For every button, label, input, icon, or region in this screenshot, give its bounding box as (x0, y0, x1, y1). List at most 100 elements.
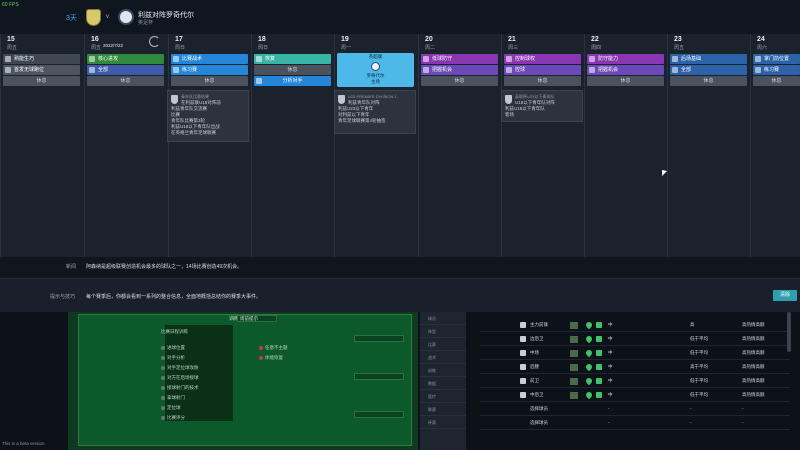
training-session-slot[interactable]: 休息 (87, 76, 164, 86)
side-category[interactable]: 医疗 (420, 390, 466, 403)
training-option[interactable]: 接球射门的技术 (161, 385, 199, 391)
fixture-info-card[interactable]: 青年队比赛结果 在利兹联U18对阵前 利兹青年队交流赛 比赛 青年队比赛第3轮 利兹U18… (167, 90, 249, 142)
table-row[interactable]: 选择球员 - - - (480, 416, 790, 430)
value-text: 高热情高额 (742, 350, 765, 355)
training-session-slot[interactable]: 休息 (753, 76, 800, 86)
option-label: 体能恢复 (265, 355, 283, 360)
day-name: 周日 (175, 45, 186, 51)
session-type-icon (173, 56, 179, 62)
calendar-day[interactable]: 17 周日 比赛战术 练习赛 休息 (168, 34, 250, 257)
clear-button[interactable]: 清除 (773, 290, 797, 301)
news-text[interactable]: 阿森纳是超级联赛创造机会最多的球队之一，14场比赛创造49次机会。 (86, 263, 242, 270)
focus-option[interactable]: 体能恢复 (259, 355, 283, 361)
rating-badge (570, 336, 578, 343)
level-text: 低于平均 (690, 350, 708, 355)
match-day-card[interactable]: 英超联 罗奇代尔 主场 (337, 53, 414, 87)
calendar-day[interactable]: 19 周一 英超联 罗奇代尔 主场 (334, 34, 416, 257)
session-label: 休息 (620, 78, 631, 84)
side-category[interactable]: 联赛 (420, 403, 466, 416)
session-dropdown-3[interactable] (354, 411, 404, 418)
training-session-slot[interactable]: 低球防守 (421, 54, 498, 64)
option-dot-icon (161, 365, 165, 370)
table-row[interactable]: 中场 中 低于平均 高热情高额 (480, 346, 790, 360)
side-category[interactable]: 战术 (420, 351, 466, 364)
side-category[interactable]: 杯赛 (420, 416, 466, 429)
morale-heart-icon (584, 348, 594, 358)
calendar-day[interactable]: 24 周六 掌门前位置 练习赛 休息 (750, 34, 800, 257)
session-label: 休息 (204, 78, 215, 84)
side-category[interactable]: 球员 (420, 312, 466, 325)
table-row[interactable]: 中后卫 中 低于平均 高热情高额 (480, 388, 790, 402)
training-session-slot[interactable]: 全部 (670, 65, 747, 75)
fps-counter: 60 FPS (2, 2, 19, 8)
table-row[interactable]: 主力前锋 中 高 高热情高额 (480, 318, 790, 332)
table-row[interactable]: 后腰 中 高于平均 高热情高额 (480, 360, 790, 374)
calendar-day[interactable]: 18 周日 恢复 休息 分析对手 (251, 34, 333, 257)
value-text: - (742, 420, 744, 425)
side-category[interactable]: 训练 (420, 364, 466, 377)
home-crest-icon[interactable] (86, 9, 101, 26)
table-row[interactable]: 前卫 中 低于平均 高热情高额 (480, 374, 790, 388)
training-session-slot[interactable]: 休息 (171, 76, 248, 86)
training-session-slot[interactable]: 休息 (504, 76, 581, 86)
training-session-slot[interactable]: 首发无球跑位 (3, 65, 80, 75)
session-label: 分析对手 (282, 78, 303, 84)
fixture-info-card[interactable]: 英联杯U23以下青年队 U18以下青年队对阵 利兹U18以下青年队 客场 (501, 90, 583, 122)
training-session-slot[interactable]: 控制球权 (504, 54, 581, 64)
table-row[interactable]: 选择球员 - - - (480, 402, 790, 416)
training-session-slot[interactable]: 熟能生巧 (3, 54, 80, 64)
calendar-day[interactable]: 22 周四 防守能力 把握机会 休息 (584, 34, 666, 257)
training-option[interactable]: 定位球 (161, 405, 181, 411)
training-option[interactable]: 对方在后场接球 (161, 375, 199, 381)
training-session-slot[interactable]: 全部 (87, 65, 164, 75)
session-label: 全部 (98, 67, 109, 73)
shirt-icon (520, 350, 526, 356)
week-dropdown[interactable]: 周前提示 (237, 315, 277, 322)
player-name: 中后卫 (530, 392, 544, 397)
session-dropdown[interactable] (354, 335, 404, 342)
side-category[interactable]: 数据 (420, 377, 466, 390)
training-option[interactable]: 拿球射门 (161, 395, 185, 401)
training-session-slot[interactable]: 休息 (421, 76, 498, 86)
scrollbar[interactable] (787, 312, 791, 352)
training-option[interactable]: 比赛评分 (161, 415, 185, 421)
session-type-icon (89, 67, 95, 73)
training-session-slot[interactable]: 练习赛 (753, 65, 800, 75)
side-category[interactable]: 阵型 (420, 325, 466, 338)
training-session-slot[interactable]: 把握机会 (421, 65, 498, 75)
training-session-slot[interactable]: 掌门前位置 (753, 54, 800, 64)
session-label: 控制球权 (515, 56, 536, 62)
calendar-day[interactable]: 20 周二 低球防守 把握机会 休息 (418, 34, 500, 257)
card-line: 客场 (505, 112, 514, 117)
training-session-slot[interactable]: 后场基础 (670, 54, 747, 64)
away-crest-icon[interactable] (118, 9, 134, 25)
training-option[interactable]: 对手分析 (161, 355, 185, 361)
training-session-slot[interactable]: 分析对手 (254, 76, 331, 86)
day-number: 23 (674, 36, 682, 43)
training-session-slot[interactable]: 休息 (670, 76, 747, 86)
training-session-slot[interactable]: 控球 (504, 65, 581, 75)
training-session-slot[interactable]: 练习赛 (171, 65, 248, 75)
calendar-day[interactable]: 15 周五 熟能生巧 首发无球跑位 休息 (0, 34, 82, 257)
table-row[interactable]: 边后卫 中 低于平均 高热情高额 (480, 332, 790, 346)
morale-heart-icon (584, 362, 594, 372)
training-option[interactable]: 对手定位球攻防 (161, 365, 199, 371)
training-session-slot[interactable]: 防守能力 (587, 54, 664, 64)
training-session-slot[interactable]: 休息 (3, 76, 80, 86)
training-session-slot[interactable]: 恢复 (254, 54, 331, 64)
training-session-slot[interactable]: 把握机会 (587, 65, 664, 75)
calendar-day[interactable]: 23 周五 后场基础 全部 休息 (667, 34, 749, 257)
app-root: 60 FPS 3天 v 利兹对阵罗奇代尔 英足杯 2022/7/22 15 周五熟… (0, 0, 800, 450)
fixture-info-card[interactable]: U23 PREMIER DIVISION 1 利兹青年队对阵 利兹U23以下青年 对利… (334, 90, 416, 134)
session-dropdown-2[interactable] (354, 373, 404, 380)
training-session-slot[interactable]: 比赛战术 (171, 54, 248, 64)
calendar-day[interactable]: 21 周三 控制球权 控球 休息 (501, 34, 583, 257)
training-session-slot[interactable]: 核心进攻 (87, 54, 164, 64)
training-session-slot[interactable]: 休息 (254, 65, 331, 75)
side-category[interactable]: 比赛 (420, 338, 466, 351)
option-dot-icon (161, 405, 165, 410)
focus-option[interactable]: 任意不主题 (259, 345, 288, 351)
training-session-slot[interactable]: 休息 (587, 76, 664, 86)
training-option[interactable]: 进球位置 (161, 345, 185, 351)
calendar-day[interactable]: 16 周五 核心进攻 全部 休息 (84, 34, 166, 257)
